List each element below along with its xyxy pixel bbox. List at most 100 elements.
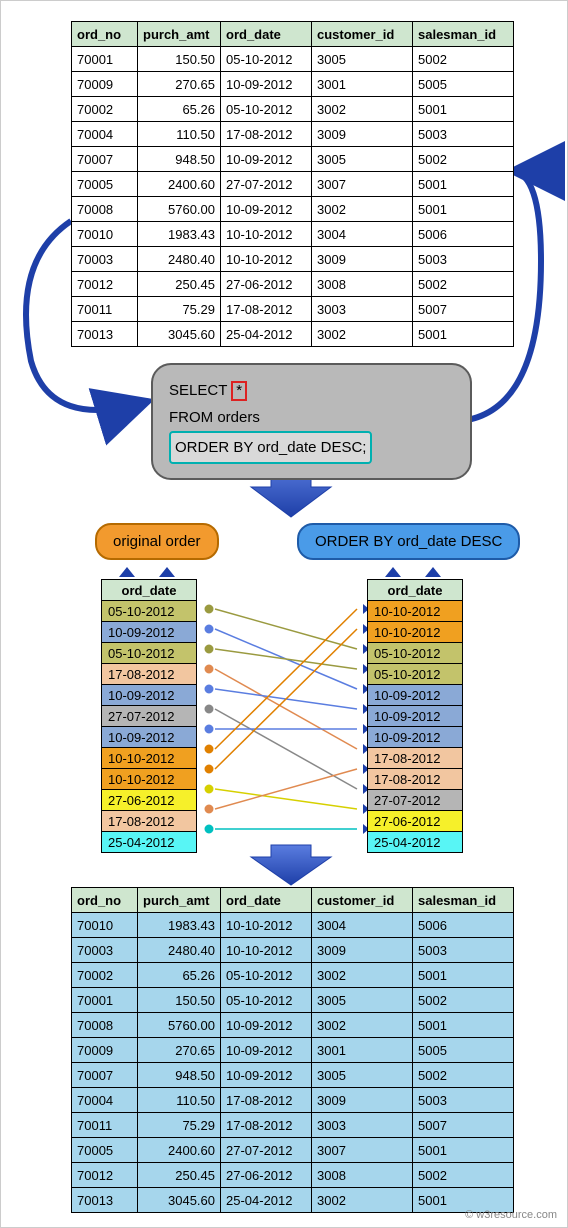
cell: 3008 xyxy=(312,1163,413,1188)
table-row: 700085760.0010-09-201230025001 xyxy=(72,197,514,222)
table-row: 70004110.5017-08-201230095003 xyxy=(72,1088,514,1113)
cell: 70003 xyxy=(72,247,138,272)
date-cell: 27-06-2012 xyxy=(368,811,463,832)
cell: 70012 xyxy=(72,272,138,297)
cell: 5002 xyxy=(413,272,514,297)
date-cell: 10-09-2012 xyxy=(102,685,197,706)
cell: 05-10-2012 xyxy=(221,963,312,988)
table-row: 70012250.4527-06-201230085002 xyxy=(72,272,514,297)
attribution: © w3resource.com xyxy=(465,1209,557,1221)
date-cell: 27-06-2012 xyxy=(102,790,197,811)
cell: 5760.00 xyxy=(138,197,221,222)
date-cell: 25-04-2012 xyxy=(102,832,197,853)
cell: 3001 xyxy=(312,1038,413,1063)
sql-star-highlight: * xyxy=(231,381,247,402)
date-cell: 25-04-2012 xyxy=(368,832,463,853)
date-cell: 27-07-2012 xyxy=(368,790,463,811)
cell: 5002 xyxy=(413,147,514,172)
cell: 17-08-2012 xyxy=(221,1088,312,1113)
cell: 2400.60 xyxy=(138,1138,221,1163)
col-header: ord_no xyxy=(72,888,138,913)
badge-sorted-order: ORDER BY ord_date DESC xyxy=(297,523,520,560)
cell: 17-08-2012 xyxy=(221,297,312,322)
cell: 70001 xyxy=(72,47,138,72)
table-row: 70007948.5010-09-201230055002 xyxy=(72,1063,514,1088)
diagram-canvas: ord_nopurch_amtord_datecustomer_idsalesm… xyxy=(0,0,568,1228)
col-header: customer_id xyxy=(312,888,413,913)
table-row: 7001175.2917-08-201230035007 xyxy=(72,1113,514,1138)
cell: 10-10-2012 xyxy=(221,938,312,963)
cell: 250.45 xyxy=(138,272,221,297)
cell: 10-09-2012 xyxy=(221,1063,312,1088)
cell: 10-10-2012 xyxy=(221,222,312,247)
cell: 70008 xyxy=(72,1013,138,1038)
cell: 3005 xyxy=(312,988,413,1013)
date-cell: 10-09-2012 xyxy=(102,727,197,748)
cell: 3009 xyxy=(312,122,413,147)
table-row: 700032480.4010-10-201230095003 xyxy=(72,247,514,272)
cell: 10-10-2012 xyxy=(221,247,312,272)
cell: 5007 xyxy=(413,1113,514,1138)
col-header: purch_amt xyxy=(138,888,221,913)
cell: 3005 xyxy=(312,147,413,172)
table-row: 7000265.2605-10-201230025001 xyxy=(72,963,514,988)
cell: 270.65 xyxy=(138,72,221,97)
badge-original-order: original order xyxy=(95,523,219,560)
cell: 10-10-2012 xyxy=(221,913,312,938)
sql-select-line: SELECT * xyxy=(169,377,454,404)
date-cell: 10-09-2012 xyxy=(368,727,463,748)
cell: 5001 xyxy=(413,172,514,197)
cell: 70010 xyxy=(72,913,138,938)
cell: 2480.40 xyxy=(138,247,221,272)
cell: 70003 xyxy=(72,938,138,963)
original-date-column: ord_date 05-10-201210-09-201205-10-20121… xyxy=(101,579,197,853)
cell: 25-04-2012 xyxy=(221,322,312,347)
table-row: 700052400.6027-07-201230075001 xyxy=(72,172,514,197)
cell: 948.50 xyxy=(138,1063,221,1088)
cell: 70009 xyxy=(72,72,138,97)
result-table: ord_nopurch_amtord_datecustomer_idsalesm… xyxy=(71,887,514,1213)
cell: 3002 xyxy=(312,1013,413,1038)
table-row: 700133045.6025-04-201230025001 xyxy=(72,1188,514,1213)
table-row: 70001150.5005-10-201230055002 xyxy=(72,988,514,1013)
cell: 3004 xyxy=(312,913,413,938)
date-cell: 10-09-2012 xyxy=(368,706,463,727)
cell: 70011 xyxy=(72,297,138,322)
date-cell: 17-08-2012 xyxy=(102,664,197,685)
cell: 05-10-2012 xyxy=(221,97,312,122)
cell: 70005 xyxy=(72,1138,138,1163)
cell: 3009 xyxy=(312,1088,413,1113)
date-cell: 05-10-2012 xyxy=(102,643,197,664)
cell: 5005 xyxy=(413,1038,514,1063)
cell: 5002 xyxy=(413,988,514,1013)
col-header: purch_amt xyxy=(138,22,221,47)
cell: 70007 xyxy=(72,147,138,172)
cell: 70004 xyxy=(72,1088,138,1113)
cell: 70001 xyxy=(72,988,138,1013)
table-row: 7000265.2605-10-201230025001 xyxy=(72,97,514,122)
cell: 5007 xyxy=(413,297,514,322)
right-date-header: ord_date xyxy=(368,580,463,601)
cell: 17-08-2012 xyxy=(221,1113,312,1138)
col-header: salesman_id xyxy=(413,888,514,913)
col-header: ord_no xyxy=(72,22,138,47)
cell: 270.65 xyxy=(138,1038,221,1063)
cell: 5001 xyxy=(413,322,514,347)
table-row: 700133045.6025-04-201230025001 xyxy=(72,322,514,347)
cell: 25-04-2012 xyxy=(221,1188,312,1213)
cell: 3004 xyxy=(312,222,413,247)
sql-orderby-line: ORDER BY ord_date DESC; xyxy=(169,431,454,464)
cell: 10-09-2012 xyxy=(221,197,312,222)
cell: 17-08-2012 xyxy=(221,122,312,147)
table-row: 70012250.4527-06-201230085002 xyxy=(72,1163,514,1188)
cell: 70002 xyxy=(72,97,138,122)
cell: 5003 xyxy=(413,122,514,147)
cell: 75.29 xyxy=(138,1113,221,1138)
left-date-header: ord_date xyxy=(102,580,197,601)
cell: 3002 xyxy=(312,1188,413,1213)
date-cell: 17-08-2012 xyxy=(368,769,463,790)
cell: 10-09-2012 xyxy=(221,147,312,172)
date-cell: 05-10-2012 xyxy=(368,643,463,664)
cell: 10-09-2012 xyxy=(221,1038,312,1063)
cell: 3045.60 xyxy=(138,322,221,347)
